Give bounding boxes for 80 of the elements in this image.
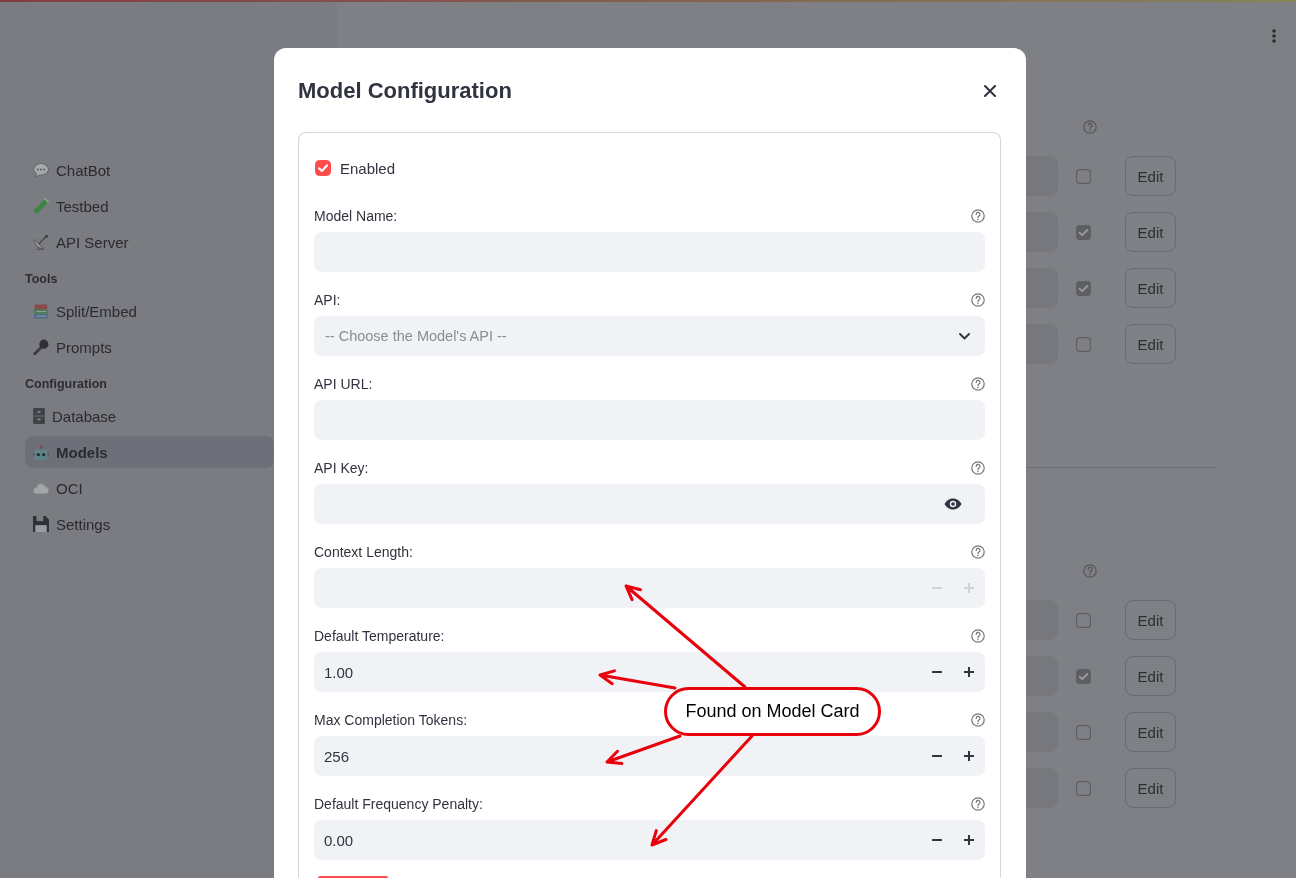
- checkbox[interactable]: [1076, 780, 1091, 796]
- nav-item[interactable]: API Server: [25, 226, 274, 258]
- test-tube-icon: [33, 198, 49, 214]
- speech-bubble-icon: [33, 162, 49, 178]
- minus-icon[interactable]: [932, 839, 942, 841]
- section-heading: Configuration: [25, 376, 108, 393]
- books-icon: [33, 303, 49, 319]
- checkbox[interactable]: [1076, 612, 1091, 628]
- file-cabinet-icon: [33, 408, 45, 424]
- help-icon[interactable]: [1083, 120, 1097, 134]
- checkbox[interactable]: [1076, 224, 1091, 240]
- input-field[interactable]: [1026, 324, 1058, 364]
- nav-item[interactable]: Prompts: [25, 331, 274, 363]
- checkbox-label: Enabled: [340, 159, 396, 177]
- input-field[interactable]: [1026, 156, 1058, 196]
- input-field[interactable]: [1026, 712, 1058, 752]
- nav-item[interactable]: OCI: [25, 472, 274, 504]
- nav-item[interactable]: Settings: [25, 508, 274, 540]
- help-icon[interactable]: [971, 209, 985, 223]
- edit-button[interactable]: Edit: [1125, 324, 1176, 364]
- plus-icon[interactable]: [964, 835, 974, 845]
- number-field[interactable]: 0.00: [314, 820, 985, 860]
- checkbox[interactable]: [1076, 280, 1091, 296]
- number-field[interactable]: 1.00: [314, 652, 985, 692]
- edit-button[interactable]: Edit: [1125, 600, 1176, 640]
- password-field[interactable]: [314, 484, 985, 524]
- help-icon[interactable]: [971, 545, 985, 559]
- field-label: Context Length:: [314, 544, 413, 560]
- edit-button[interactable]: Edit: [1125, 156, 1176, 196]
- help-icon[interactable]: [971, 461, 985, 475]
- eye-icon[interactable]: [944, 498, 962, 510]
- cloud-icon: [33, 482, 49, 494]
- edit-button[interactable]: Edit: [1125, 212, 1176, 252]
- nav-item[interactable]: Database: [25, 400, 274, 432]
- field-label: API Key:: [314, 460, 369, 476]
- annotation-callout: Found on Model Card: [664, 687, 881, 736]
- minus-icon[interactable]: [932, 755, 942, 757]
- kebab-menu-icon[interactable]: [1272, 29, 1276, 43]
- checkbox[interactable]: [1076, 336, 1091, 352]
- edit-button[interactable]: Edit: [1125, 712, 1176, 752]
- plus-icon[interactable]: [964, 751, 974, 761]
- checkbox[interactable]: [315, 160, 331, 176]
- edit-button[interactable]: Edit: [1125, 768, 1176, 808]
- edit-button[interactable]: Edit: [1125, 656, 1176, 696]
- input-field[interactable]: [1026, 656, 1058, 696]
- dialog-title: Model Configuration: [298, 77, 512, 105]
- nav-item[interactable]: Models: [25, 436, 274, 468]
- checkbox[interactable]: [1076, 668, 1091, 684]
- minus-icon[interactable]: [932, 671, 942, 673]
- plus-icon[interactable]: [964, 667, 974, 677]
- chevron-down-icon: [959, 332, 970, 340]
- select-field[interactable]: -- Choose the Model's API --: [314, 316, 985, 356]
- field-label: API:: [314, 292, 341, 308]
- nav-item[interactable]: ChatBot: [25, 154, 274, 186]
- input-field[interactable]: [1026, 212, 1058, 252]
- nav-item[interactable]: Split/Embed: [25, 295, 274, 327]
- close-icon[interactable]: [984, 85, 996, 97]
- robot-icon: [33, 444, 49, 460]
- input-field[interactable]: [1026, 768, 1058, 808]
- microphone-icon: [33, 339, 49, 355]
- help-icon[interactable]: [971, 629, 985, 643]
- field-label: Default Temperature:: [314, 628, 445, 644]
- checkbox[interactable]: [1076, 168, 1091, 184]
- field-label: API URL:: [314, 376, 373, 392]
- help-icon[interactable]: [971, 797, 985, 811]
- help-icon[interactable]: [1083, 564, 1097, 578]
- nav-item[interactable]: Testbed: [25, 190, 274, 222]
- input-field[interactable]: [1026, 600, 1058, 640]
- checkbox[interactable]: [1076, 724, 1091, 740]
- input-field[interactable]: [1026, 268, 1058, 308]
- field-label: Model Name:: [314, 208, 398, 224]
- help-icon[interactable]: [971, 713, 985, 727]
- section-heading: Tools: [25, 271, 59, 288]
- field-label: Max Completion Tokens:: [314, 712, 468, 728]
- field-label: Default Frequency Penalty:: [314, 796, 483, 812]
- number-field[interactable]: 256: [314, 736, 985, 776]
- help-icon[interactable]: [971, 293, 985, 307]
- help-icon[interactable]: [971, 377, 985, 391]
- edit-button[interactable]: Edit: [1125, 268, 1176, 308]
- satellite-dish-icon: [33, 234, 49, 250]
